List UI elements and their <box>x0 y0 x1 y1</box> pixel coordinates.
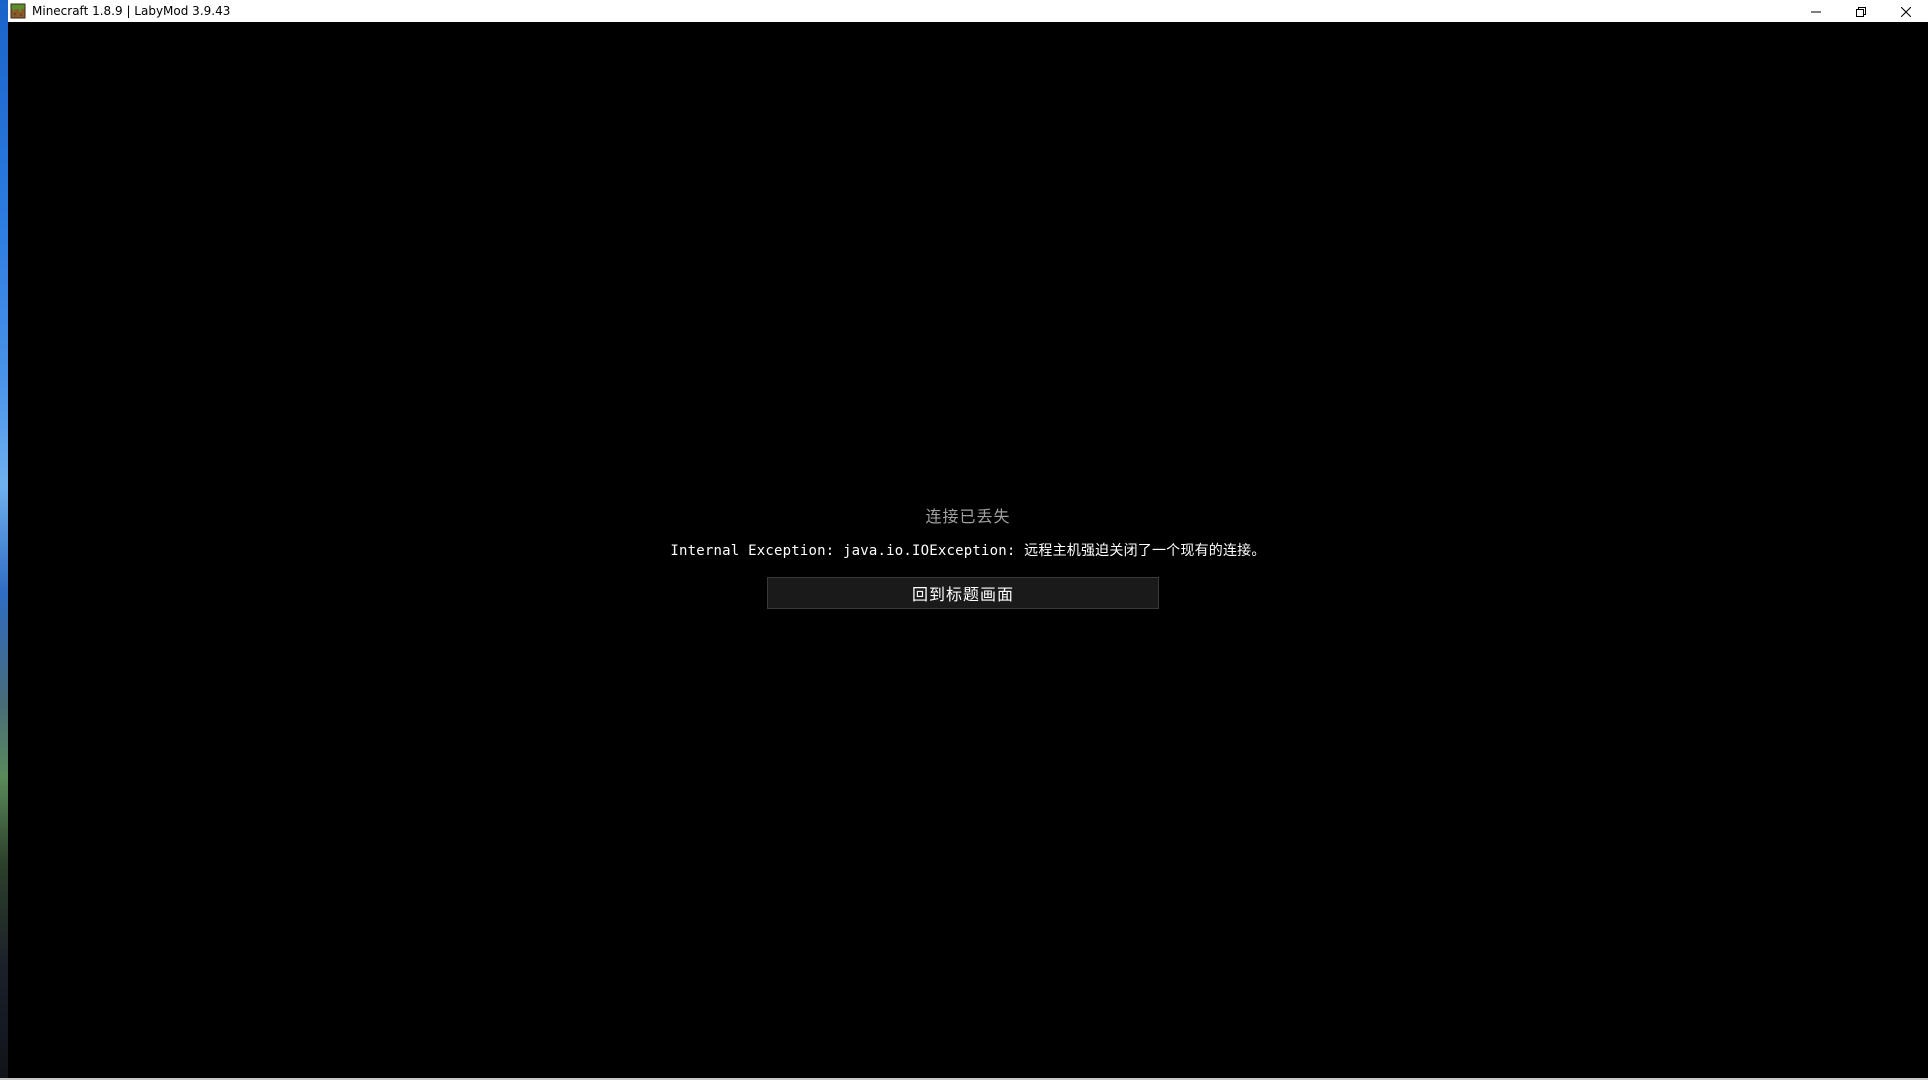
minimize-icon <box>1810 2 1821 21</box>
desktop-background-strip <box>0 0 8 1080</box>
window-titlebar[interactable]: Minecraft 1.8.9 | LabyMod 3.9.43 <box>8 0 1928 22</box>
close-button[interactable] <box>1883 0 1928 22</box>
restore-icon <box>1855 2 1866 21</box>
screen: Minecraft 1.8.9 | LabyMod 3.9.43 连接已丢失 I… <box>0 0 1928 1080</box>
window-title: Minecraft 1.8.9 | LabyMod 3.9.43 <box>32 4 231 18</box>
minecraft-grass-block-icon <box>10 3 26 19</box>
window-controls <box>1793 0 1928 22</box>
minimize-button[interactable] <box>1793 0 1838 22</box>
minecraft-window: Minecraft 1.8.9 | LabyMod 3.9.43 连接已丢失 I… <box>8 0 1928 1078</box>
back-to-title-screen-button[interactable]: 回到标题画面 <box>767 577 1159 609</box>
connection-lost-title: 连接已丢失 <box>925 507 1011 526</box>
restore-button[interactable] <box>1838 0 1883 22</box>
disconnect-reason-text: Internal Exception: java.io.IOException:… <box>670 543 1266 559</box>
game-viewport: 连接已丢失 Internal Exception: java.io.IOExce… <box>8 22 1928 1078</box>
close-icon <box>1900 2 1911 21</box>
